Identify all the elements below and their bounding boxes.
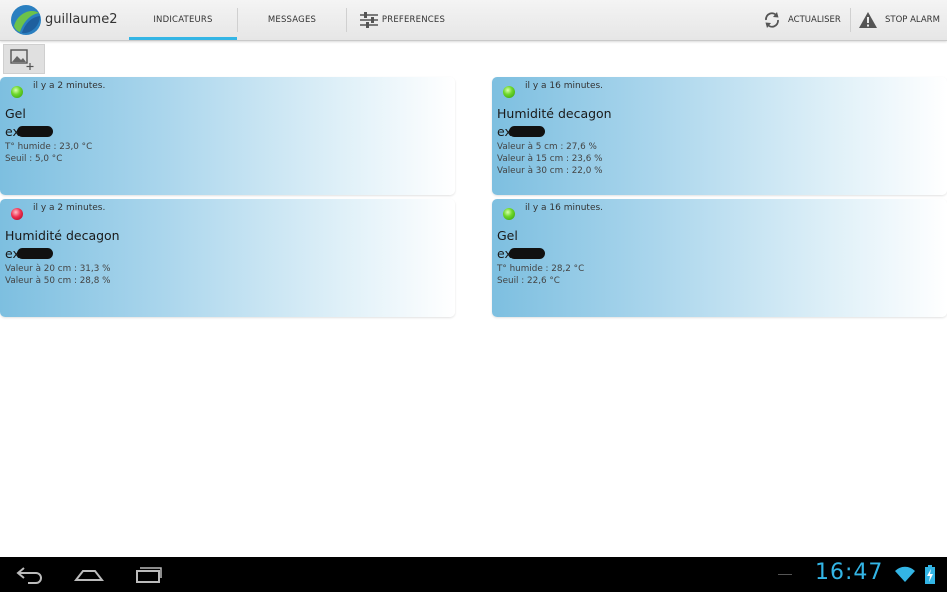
refresh-label: ACTUALISER [788, 15, 841, 25]
card-value-line: Valeur à 20 cm : 31,3 % [5, 264, 111, 274]
status-green-icon [11, 86, 23, 98]
action-bar: guillaume2 INDICATEURS MESSAGES PREFEREN… [0, 0, 947, 41]
card-value-line: T° humide : 23,0 °C [5, 142, 93, 152]
warning-icon [859, 12, 877, 28]
card-device-id: ex [5, 246, 53, 261]
tab-messages-label: MESSAGES [267, 15, 317, 25]
wifi-icon [895, 566, 915, 582]
redaction [16, 248, 53, 259]
card-device-id: ex [497, 124, 545, 139]
home-icon[interactable] [74, 563, 104, 585]
card-values: T° humide : 23,0 °C Seuil : 5,0 °C [5, 141, 92, 165]
indicator-card[interactable]: il y a 16 minutes. Gel ex T° humide : 28… [492, 199, 947, 317]
indicator-card[interactable]: il y a 16 minutes. Humidité decagon ex V… [492, 77, 947, 195]
tab-preferences-label: PREFERENCES [381, 15, 446, 25]
add-image-button[interactable] [3, 44, 45, 74]
card-title: Gel [497, 228, 518, 243]
status-green-icon [503, 86, 515, 98]
stop-alarm-label: STOP ALARM [885, 15, 940, 25]
system-clock: 16:47 [815, 560, 884, 585]
card-values: Valeur à 5 cm : 27,6 % Valeur à 15 cm : … [497, 141, 602, 177]
add-image-icon [10, 49, 34, 70]
refresh-button[interactable]: ACTUALISER [763, 0, 841, 40]
card-title: Gel [5, 106, 26, 121]
status-red-icon [11, 208, 23, 220]
card-values: T° humide : 28,2 °C Seuil : 22,6 °C [497, 263, 584, 287]
card-title: Humidité decagon [497, 106, 612, 121]
card-title: Humidité decagon [5, 228, 120, 243]
redaction [16, 126, 53, 137]
card-values: Valeur à 20 cm : 31,3 % Valeur à 50 cm :… [5, 263, 110, 287]
indicator-card[interactable]: il y a 2 minutes. Gel ex T° humide : 23,… [0, 77, 455, 195]
app-title: guillaume2 [45, 12, 118, 27]
tab-messages[interactable]: MESSAGES [238, 0, 346, 40]
card-device-id: ex [497, 246, 545, 261]
indicator-card[interactable]: il y a 2 minutes. Humidité decagon ex Va… [0, 199, 455, 317]
card-timestamp: il y a 2 minutes. [33, 203, 106, 213]
refresh-icon [765, 12, 779, 28]
card-timestamp: il y a 16 minutes. [525, 81, 604, 91]
stop-alarm-button[interactable]: STOP ALARM [858, 0, 940, 40]
tab-indicateurs-label: INDICATEURS [153, 15, 213, 25]
back-icon[interactable] [16, 563, 44, 585]
card-value-line: Seuil : 22,6 °C [497, 276, 560, 286]
card-value-line: Valeur à 50 cm : 28,8 % [5, 276, 111, 286]
card-device-id: ex [5, 124, 53, 139]
action-divider [850, 8, 851, 32]
redaction [508, 248, 545, 259]
notification-indicator [778, 574, 792, 575]
card-value-line: Seuil : 5,0 °C [5, 154, 63, 164]
card-value-line: Valeur à 15 cm : 23,6 % [497, 154, 603, 164]
card-value-line: Valeur à 5 cm : 27,6 % [497, 142, 597, 152]
recents-icon[interactable] [135, 563, 163, 585]
tab-preferences[interactable]: PREFERENCES [347, 0, 457, 40]
tab-indicateurs[interactable]: INDICATEURS [129, 0, 237, 40]
card-value-line: Valeur à 30 cm : 22,0 % [497, 166, 603, 176]
card-value-line: T° humide : 28,2 °C [497, 264, 585, 274]
status-green-icon [503, 208, 515, 220]
sliders-icon [359, 12, 378, 28]
system-navigation-bar: 16:47 [0, 557, 947, 592]
app-logo-icon [11, 5, 41, 35]
card-timestamp: il y a 2 minutes. [33, 81, 106, 91]
card-timestamp: il y a 16 minutes. [525, 203, 604, 213]
battery-charging-icon [925, 565, 935, 584]
redaction [508, 126, 545, 137]
